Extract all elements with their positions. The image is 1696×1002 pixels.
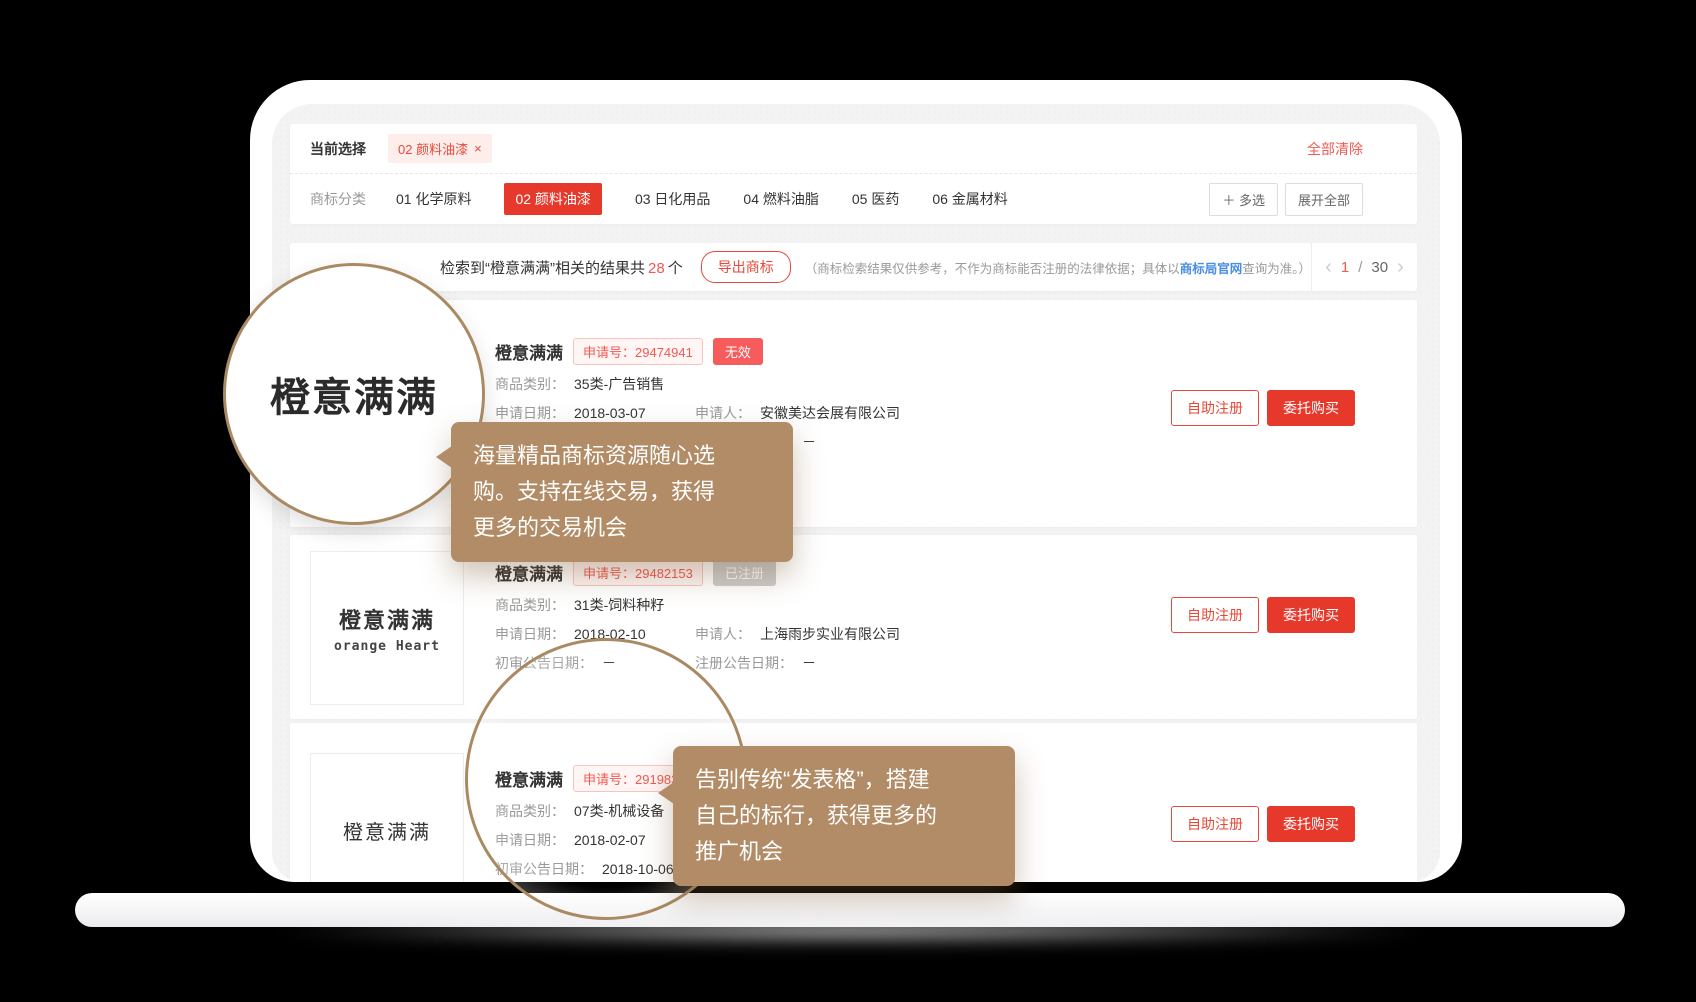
prev-page-icon[interactable]: ‹ (1325, 257, 1332, 277)
row-actions: 自助注册委托购买 (1171, 597, 1355, 633)
current-page: 1 (1341, 259, 1349, 276)
field-line: 商品类别： 31类-饲料种籽 (495, 595, 900, 615)
field-value: 31类-饲料种籽 (574, 595, 664, 615)
status-badge: 已注册 (713, 559, 776, 586)
field: 申请人： 上海雨步实业有限公司 (695, 624, 900, 644)
category-list: 01 化学原料 02 颜料油漆 03 日化用品 04 燃料油脂 05 医药 06 金属材料 (396, 183, 1008, 215)
self-register-button[interactable]: 自助注册 (1171, 806, 1259, 842)
pagination: ‹ 1 / 30 › (1311, 243, 1417, 291)
field-value: － (802, 653, 816, 673)
results-summary: 检索到“橙意满满”相关的结果共28个 (440, 257, 683, 278)
self-register-button[interactable]: 自助注册 (1171, 597, 1259, 633)
category-item[interactable]: 03 日化用品 (635, 189, 710, 209)
category-label: 商标分类 (310, 189, 366, 209)
field-label: 申请日期： (495, 624, 565, 644)
trademark-thumbnail[interactable]: 橙意满满 orange Heart (310, 551, 464, 705)
field-label: 商品类别： (495, 374, 565, 394)
selected-filter-label: 02 颜料油漆 (398, 139, 468, 158)
field-value: 安徽美达会展有限公司 (760, 403, 900, 423)
current-selection-label: 当前选择 (310, 139, 366, 159)
results-header: 检索到“橙意满满”相关的结果共28个 导出商标 （商标检索结果仅供参考，不作为商… (290, 243, 1417, 291)
field-label: 商品类别： (495, 595, 565, 615)
entrust-purchase-button[interactable]: 委托购买 (1267, 806, 1355, 842)
category-item[interactable]: 06 金属材料 (932, 189, 1007, 209)
category-item[interactable]: 01 化学原料 (396, 189, 471, 209)
page-separator: / (1358, 259, 1362, 276)
category-item[interactable]: 02 颜料油漆 (504, 183, 601, 215)
field-label: 注册公告日期： (695, 653, 793, 673)
field: 申请日期： 2018-03-07 (495, 403, 695, 423)
field-value: 上海雨步实业有限公司 (760, 624, 900, 644)
current-selection-row: 当前选择 02 颜料油漆 × 全部清除 (290, 124, 1417, 174)
trademark-thumbnail[interactable]: 橙意满满 (310, 753, 464, 882)
row-actions: 自助注册委托购买 (1171, 806, 1355, 842)
remove-filter-icon[interactable]: × (474, 141, 482, 156)
field-value: 35类-广告销售 (574, 374, 664, 394)
field-label: 申请日期： (495, 403, 565, 423)
laptop-base (75, 893, 1625, 927)
field-value: 2018-03-07 (574, 403, 646, 423)
disclaimer-text: （商标检索结果仅供参考，不作为商标能否注册的法律依据；具体以商标局官网查询为准。… (805, 258, 1311, 277)
field: 商品类别： 35类-广告销售 (495, 374, 664, 394)
filter-panel: 当前选择 02 颜料油漆 × 全部清除 商标分类 01 化学原料02 颜料油漆0… (290, 124, 1417, 224)
field-label: 申请人： (695, 403, 751, 423)
result-row: 橙意满满orange Heart橙意满满申请号：29482153已注册商品类别：… (290, 535, 1417, 719)
thumbnail-subtext: orange Heart (334, 639, 440, 654)
field-value: － (802, 432, 816, 452)
entrust-purchase-button[interactable]: 委托购买 (1267, 597, 1355, 633)
total-pages: 30 (1371, 259, 1388, 276)
trademark-office-link[interactable]: 商标局官网 (1180, 262, 1243, 276)
tooltip-marketplace: 海量精品商标资源随心选 购。支持在线交易，获得 更多的交易机会 (451, 422, 793, 562)
trademark-name: 橙意满满 (495, 339, 563, 364)
row-title-line: 橙意满满申请号：29482153 已注册 (495, 559, 900, 586)
application-number-tag: 申请号：29474941 (573, 338, 703, 365)
tooltip-promotion: 告别传统“发表格”，搭建 自己的标行，获得更多的 推广机会 (673, 746, 1015, 886)
next-page-icon[interactable]: › (1397, 257, 1404, 277)
magnified-trademark-text: 橙意满满 (270, 365, 438, 423)
field: 注册公告日期： － (695, 653, 816, 673)
field-label: 申请人： (695, 624, 751, 644)
clear-all-link[interactable]: 全部清除 (1307, 139, 1363, 159)
summary-suffix: 个 (668, 260, 683, 277)
application-number-tag: 申请号：29482153 (573, 559, 703, 586)
status-badge: 无效 (713, 338, 763, 365)
entrust-purchase-button[interactable]: 委托购买 (1267, 390, 1355, 426)
disclaimer-pre: （商标检索结果仅供参考，不作为商标能否注册的法律依据；具体以 (805, 262, 1180, 276)
disclaimer-post: 查询为准。） (1242, 262, 1311, 276)
category-row: 商标分类 01 化学原料 02 颜料油漆 03 日化用品 04 燃料油脂 05 医药 06… (290, 174, 1417, 224)
thumbnail-text: 橙意满满 (343, 816, 431, 845)
self-register-button[interactable]: 自助注册 (1171, 390, 1259, 426)
field: 商品类别： 31类-饲料种籽 (495, 595, 664, 615)
export-trademarks-button[interactable]: 导出商标 (701, 251, 791, 283)
row-title-line: 橙意满满申请号：29474941 无效 (495, 338, 900, 365)
multi-select-button[interactable]: ＋ 多选 (1209, 183, 1278, 216)
category-item[interactable]: 05 医药 (852, 189, 899, 209)
results-count: 28 (648, 260, 665, 277)
field-line: 申请日期：2018-02-10申请人：上海雨步实业有限公司 (495, 624, 900, 644)
field-line: 申请日期： 2018-03-07 申请人： 安徽美达会展有限公司 (495, 403, 900, 423)
category-item[interactable]: 04 燃料油脂 (743, 189, 818, 209)
magnifier-circle-large: 橙意满满 (223, 263, 485, 525)
field-line: 商品类别： 35类-广告销售 (495, 374, 900, 394)
page-background: 当前选择 02 颜料油漆 × 全部清除 商标分类 01 化学原料02 颜料油漆0… (0, 0, 1696, 1002)
selected-filter-chip[interactable]: 02 颜料油漆 × (388, 134, 492, 163)
summary-prefix: 检索到“橙意满满”相关的结果共 (440, 260, 645, 277)
row-actions: 自助注册委托购买 (1171, 390, 1355, 426)
expand-all-button[interactable]: 展开全部 (1285, 183, 1363, 216)
trademark-name: 橙意满满 (495, 560, 563, 585)
field: 申请人： 安徽美达会展有限公司 (695, 403, 900, 423)
filter-buttons: ＋ 多选 展开全部 (1209, 183, 1363, 216)
thumbnail-text: 橙意满满 (339, 603, 435, 635)
